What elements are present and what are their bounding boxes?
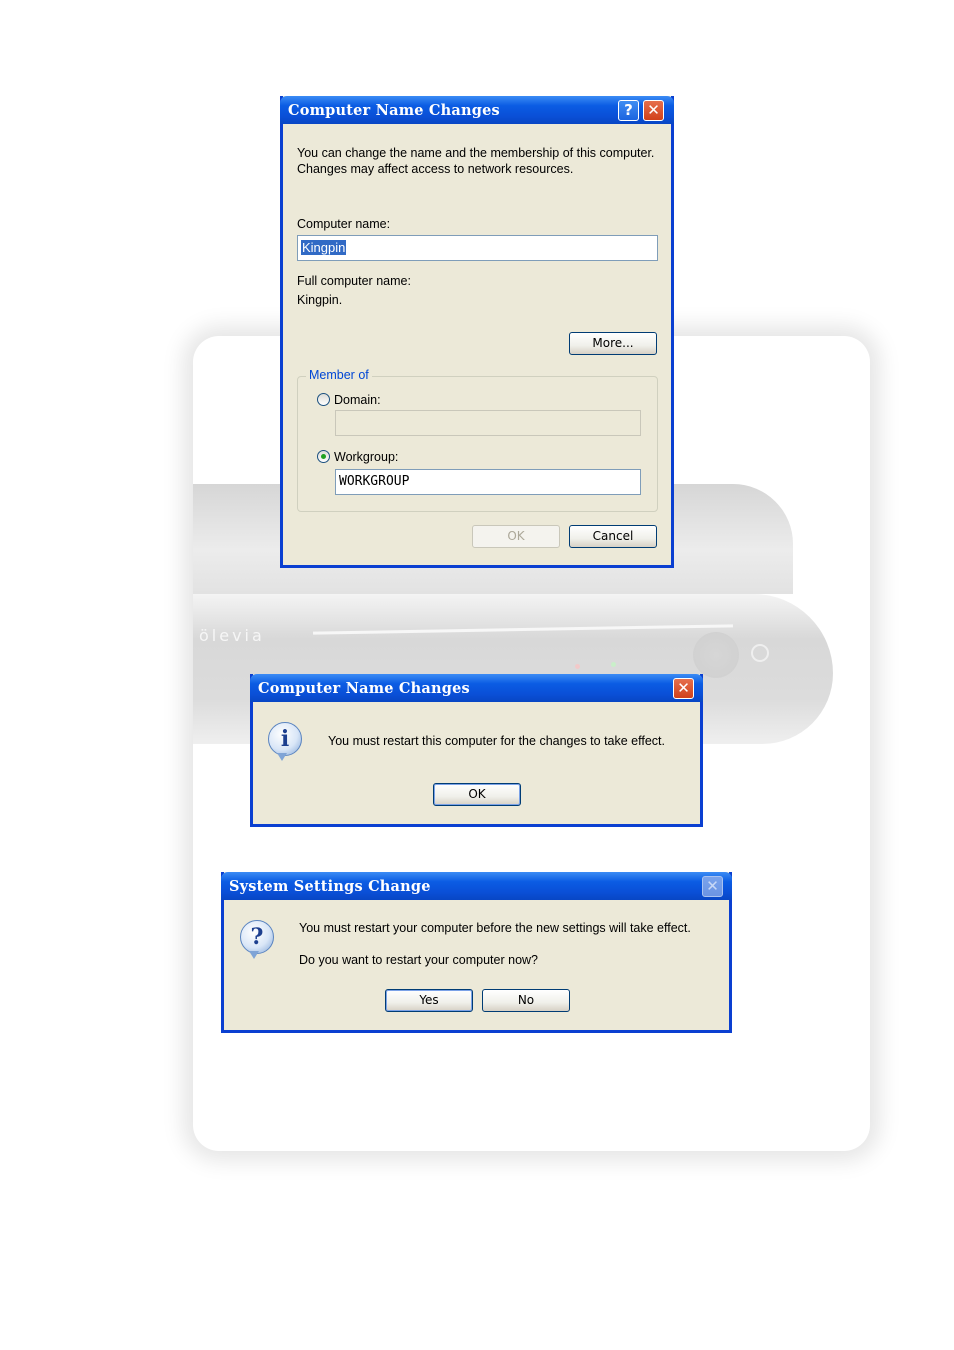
device-power-button: [693, 632, 739, 678]
title-bar: Computer Name Changes ✕: [250, 674, 703, 702]
close-icon[interactable]: ✕: [673, 678, 694, 699]
full-computer-name-label: Full computer name:: [297, 274, 411, 288]
computer-name-label: Computer name:: [297, 217, 391, 231]
restart-message: You must restart this computer for the c…: [328, 734, 665, 748]
workgroup-input[interactable]: WORKGROUP: [335, 469, 641, 495]
cancel-button[interactable]: Cancel: [569, 525, 657, 548]
title-bar: Computer Name Changes ? ✕: [280, 96, 674, 124]
close-icon: ✕: [702, 876, 723, 897]
ok-button[interactable]: OK: [472, 525, 560, 548]
info-icon: i: [268, 722, 302, 761]
help-icon[interactable]: ?: [618, 100, 639, 121]
domain-input[interactable]: [335, 410, 641, 436]
domain-radio[interactable]: [317, 393, 330, 406]
more-button[interactable]: More...: [569, 332, 657, 355]
device-led-green: [611, 662, 616, 667]
full-computer-name-value: Kingpin.: [297, 293, 343, 307]
yes-button[interactable]: Yes: [385, 989, 473, 1012]
dialog-title: System Settings Change: [229, 878, 431, 895]
radio-selected-dot: [321, 454, 326, 459]
restart-info-dialog: Computer Name Changes ✕ i You must resta…: [250, 674, 703, 827]
workgroup-label: Workgroup:: [334, 450, 399, 464]
computer-name-changes-dialog: Computer Name Changes ? ✕ You can change…: [280, 96, 674, 568]
workgroup-radio[interactable]: [317, 450, 330, 463]
computer-name-input[interactable]: Kingpin: [297, 235, 658, 261]
device-led-red: [575, 664, 580, 669]
no-button[interactable]: No: [482, 989, 570, 1012]
domain-label: Domain:: [334, 393, 381, 407]
system-settings-change-dialog: System Settings Change ✕ ? You must rest…: [221, 872, 732, 1033]
dialog-description: You can change the name and the membersh…: [297, 146, 655, 176]
computer-name-value: Kingpin: [301, 240, 347, 255]
restart-message: You must restart your computer before th…: [299, 921, 691, 935]
close-icon[interactable]: ✕: [643, 100, 664, 121]
restart-question: Do you want to restart your computer now…: [299, 953, 539, 967]
dialog-title: Computer Name Changes: [288, 102, 500, 119]
dialog-title: Computer Name Changes: [258, 680, 470, 697]
power-icon: [751, 644, 769, 662]
device-brand-logo: ölevia: [199, 626, 265, 645]
member-of-label: Member of: [306, 368, 372, 382]
question-icon: ?: [240, 920, 274, 959]
ok-button[interactable]: OK: [433, 783, 521, 806]
title-bar: System Settings Change ✕: [221, 872, 732, 900]
